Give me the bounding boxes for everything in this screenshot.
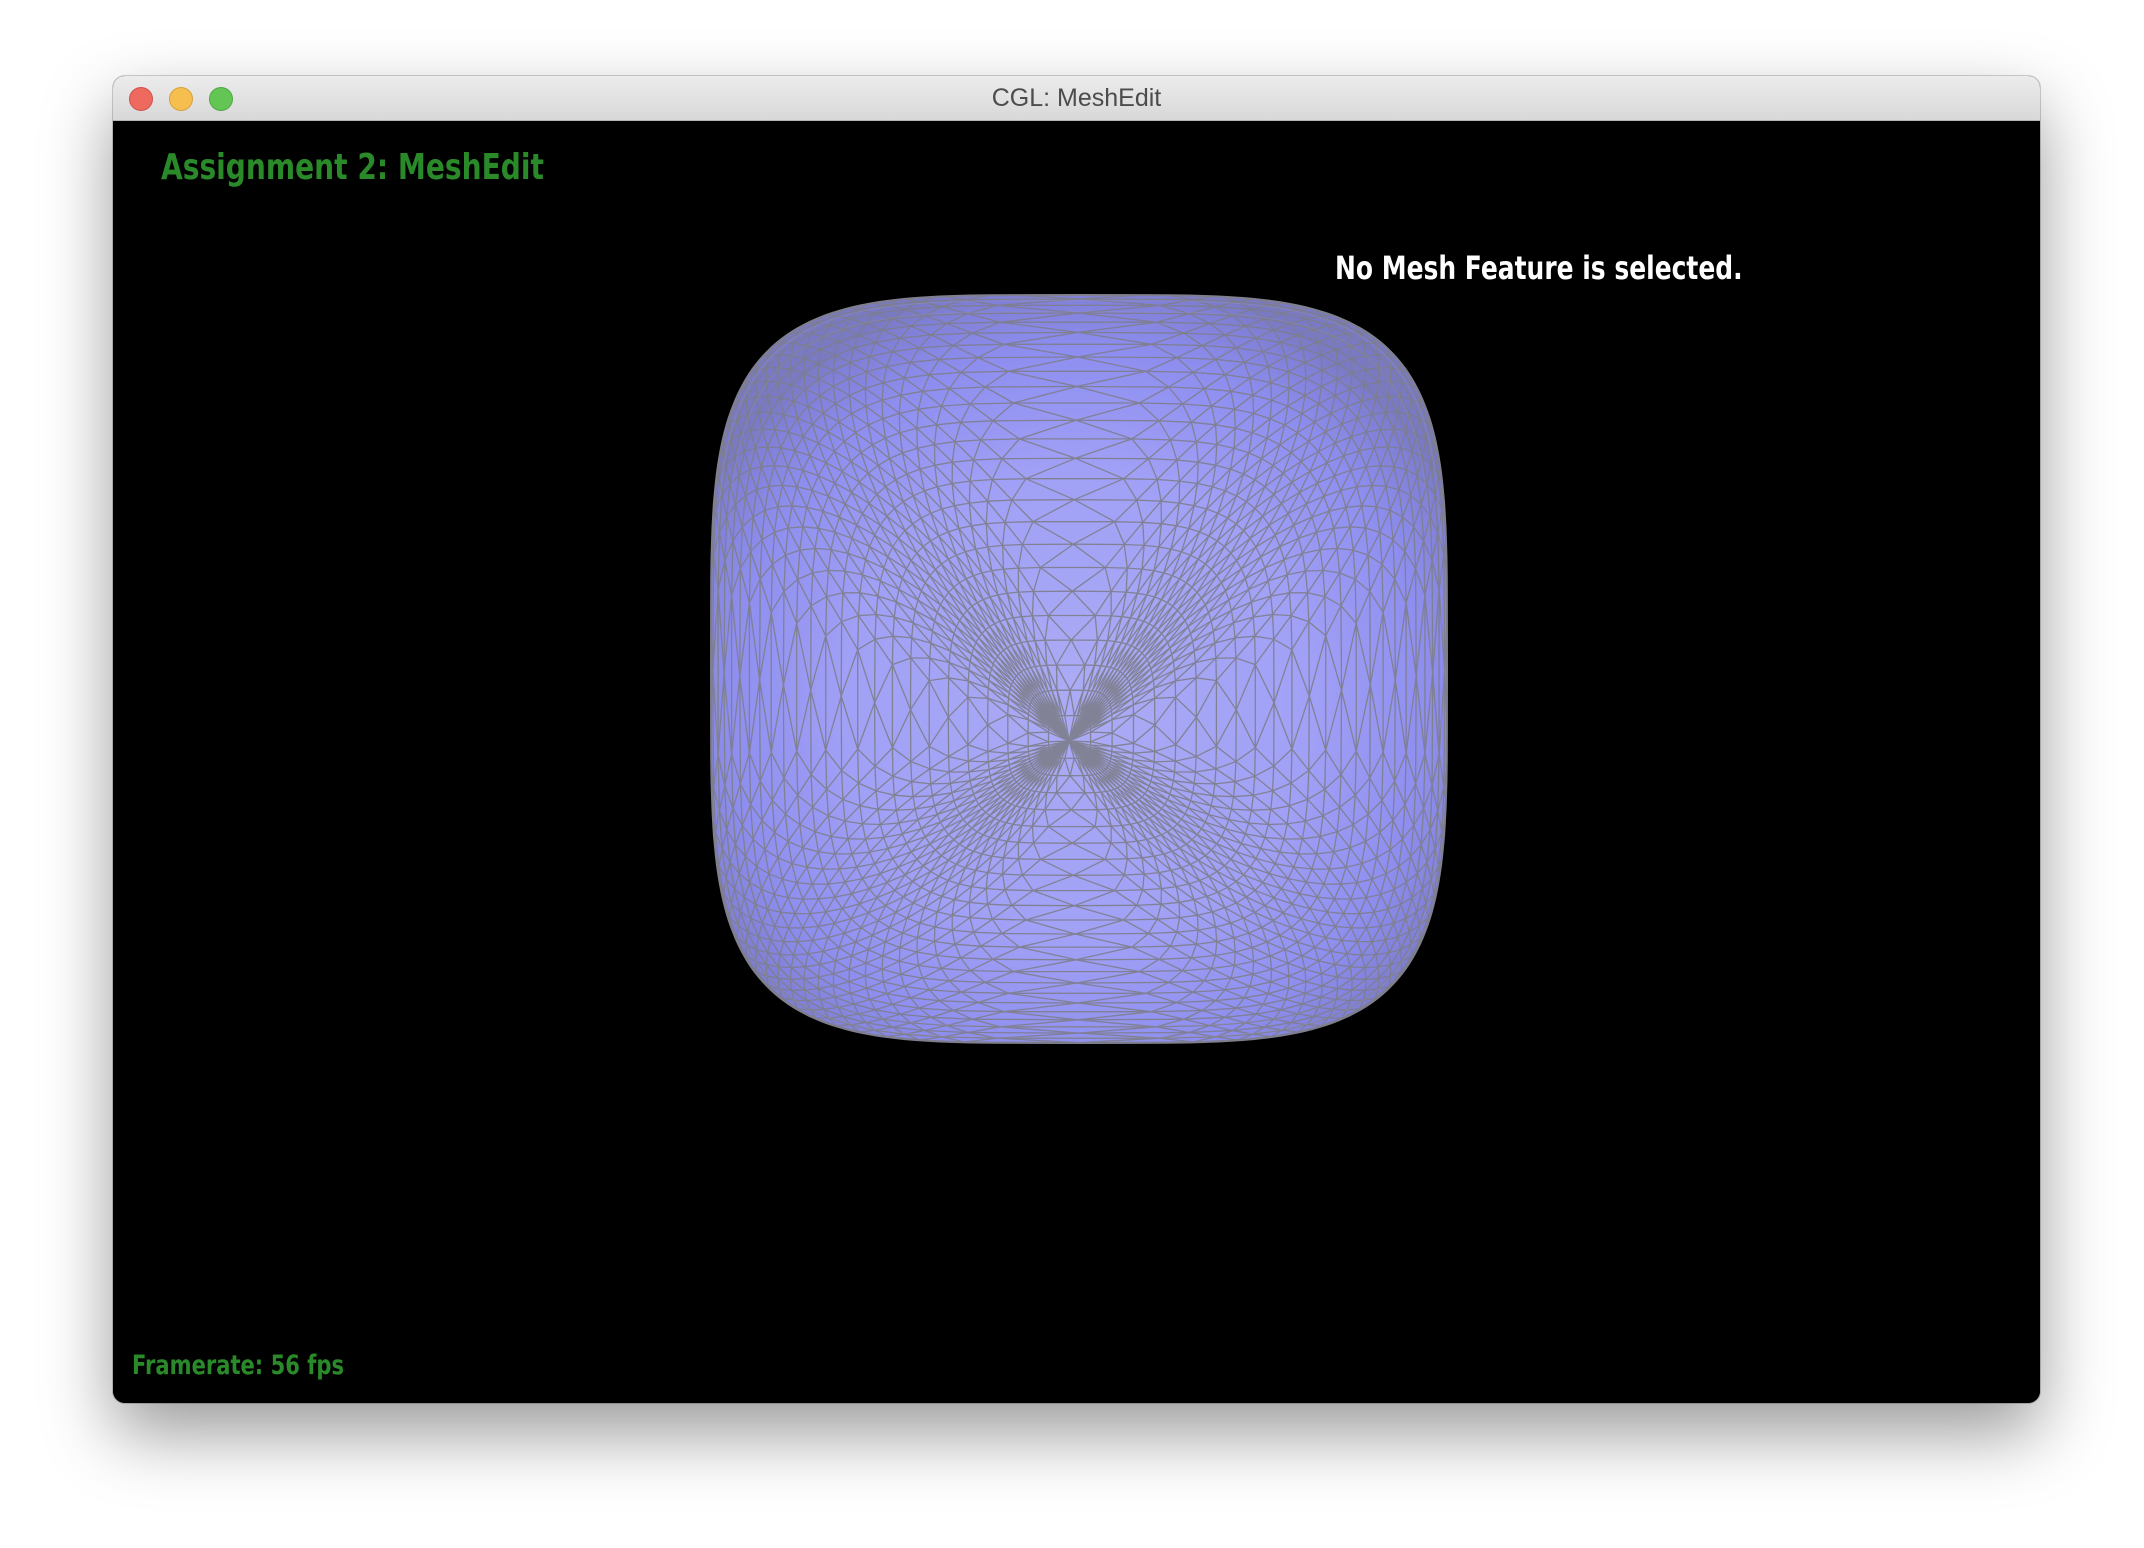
assignment-title: Assignment 2: MeshEdit bbox=[161, 147, 544, 188]
window-title: CGL: MeshEdit bbox=[991, 84, 1162, 112]
framerate-value: 56 fps bbox=[270, 1350, 344, 1381]
selection-status: No Mesh Feature is selected. bbox=[1335, 249, 1743, 287]
render-viewport[interactable]: Assignment 2: MeshEdit No Mesh Feature i… bbox=[113, 121, 2040, 1403]
framerate-readout: Framerate: 56 fps bbox=[132, 1350, 344, 1381]
app-window: CGL: MeshEdit Assignment 2: MeshEdit No … bbox=[113, 76, 2040, 1403]
framerate-label: Framerate: bbox=[132, 1350, 264, 1381]
mesh-canvas[interactable] bbox=[113, 121, 2040, 1403]
title-bar[interactable]: CGL: MeshEdit bbox=[113, 76, 2040, 121]
